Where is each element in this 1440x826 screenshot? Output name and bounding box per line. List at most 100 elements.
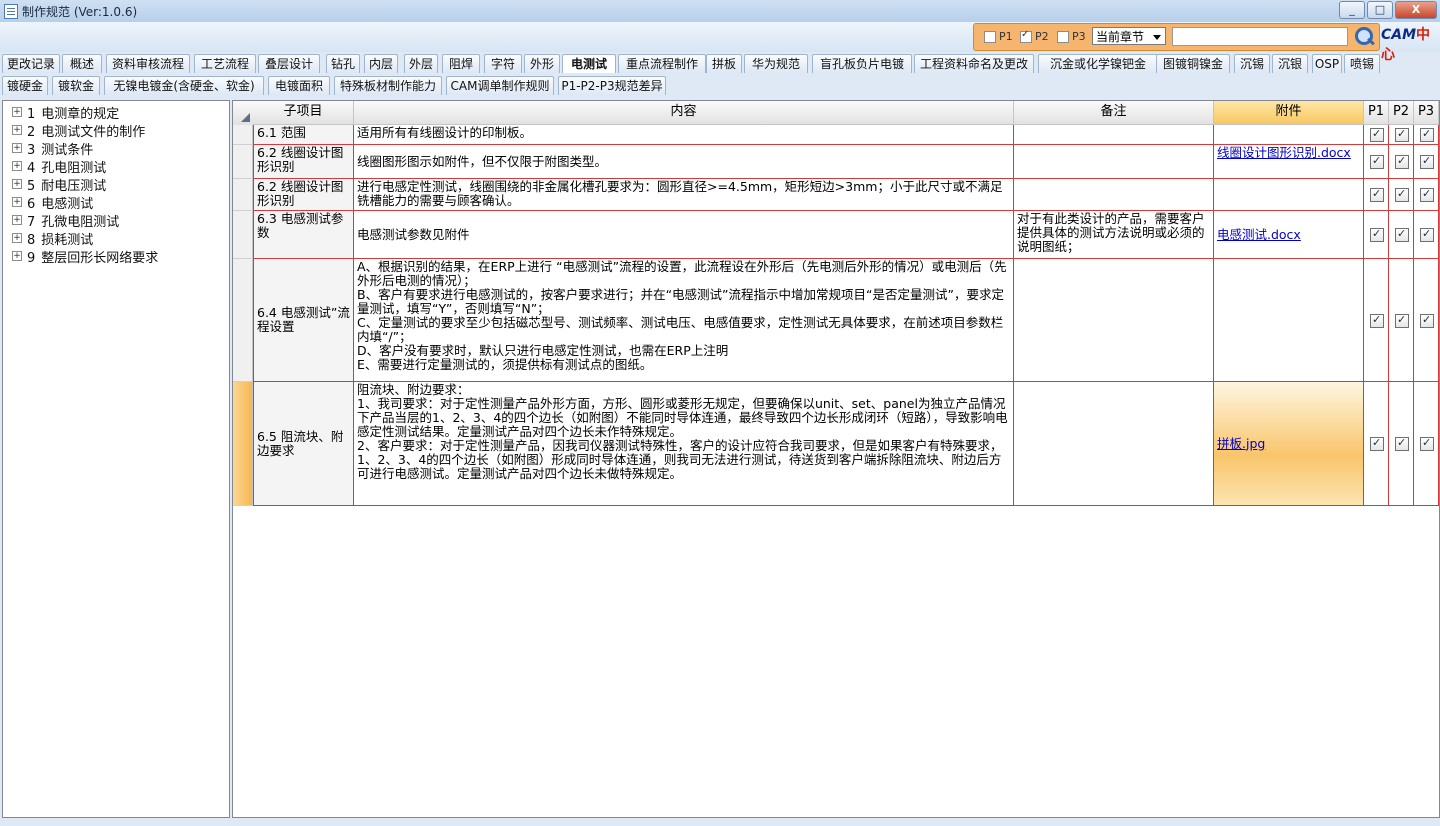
expand-icon[interactable]: + <box>12 251 22 261</box>
tab-r2-2[interactable]: 无镍电镀金(含硬金、软金) <box>104 76 264 95</box>
tab-18[interactable]: 图镀铜镍金 <box>1156 54 1230 73</box>
cell-p2 <box>1389 259 1414 382</box>
row-header[interactable] <box>233 125 253 145</box>
p1-filter[interactable]: P1 <box>984 30 1013 43</box>
search-input[interactable] <box>1172 27 1348 46</box>
cell-attach[interactable] <box>1214 259 1364 382</box>
tab-14[interactable]: 华为规范 <box>744 54 808 73</box>
expand-icon[interactable]: + <box>12 215 22 225</box>
maximize-button[interactable]: □ <box>1367 1 1393 19</box>
p3-checkbox[interactable] <box>1420 313 1434 328</box>
attachment-link[interactable]: 线圈设计图形识别.docx <box>1217 145 1351 160</box>
p1-checkbox[interactable] <box>1370 313 1384 328</box>
cell-attach[interactable] <box>1214 179 1364 211</box>
tab-15[interactable]: 盲孔板负片电镀 <box>812 54 912 73</box>
tab-3[interactable]: 工艺流程 <box>194 54 256 73</box>
tab-8[interactable]: 阻焊 <box>442 54 480 73</box>
p3-filter-label: P3 <box>1072 30 1086 43</box>
row-header[interactable] <box>233 382 253 506</box>
p1-checkbox[interactable] <box>1370 227 1384 242</box>
p1-checkbox[interactable] <box>984 30 996 43</box>
p2-checkbox[interactable] <box>1395 187 1409 202</box>
tab-r2-1[interactable]: 镀软金 <box>52 76 100 95</box>
header-content[interactable]: 内容 <box>354 101 1014 125</box>
cell-p1 <box>1364 145 1389 179</box>
tab-12[interactable]: 重点流程制作 <box>618 54 706 73</box>
header-sub[interactable]: 子项目 <box>253 101 354 125</box>
header-p1[interactable]: P1 <box>1364 101 1389 125</box>
attachment-link[interactable]: 拼板.jpg <box>1217 436 1265 451</box>
expand-icon[interactable]: + <box>12 197 22 207</box>
tab-11[interactable]: 电测试 <box>562 54 616 73</box>
expand-icon[interactable]: + <box>12 179 22 189</box>
row-header[interactable] <box>233 179 253 211</box>
p2-checkbox[interactable] <box>1395 436 1409 451</box>
tab-6[interactable]: 内层 <box>364 54 398 73</box>
expand-icon[interactable]: + <box>12 125 22 135</box>
expand-icon[interactable]: + <box>12 233 22 243</box>
p2-checkbox[interactable] <box>1395 227 1409 242</box>
tab-r2-5[interactable]: CAM调单制作规则 <box>446 76 554 95</box>
expand-icon[interactable]: + <box>12 107 22 117</box>
tab-9[interactable]: 字符 <box>484 54 522 73</box>
tab-17[interactable]: 沉金或化学镍钯金 <box>1038 54 1158 73</box>
p1-checkbox[interactable] <box>1370 187 1384 202</box>
tree-item-label: 6 电感测试 <box>27 197 94 212</box>
cell-attach[interactable] <box>1214 125 1364 145</box>
search-button[interactable] <box>1352 25 1376 49</box>
attachment-link[interactable]: 电感测试.docx <box>1217 227 1301 242</box>
row-header[interactable] <box>233 259 253 382</box>
cell-attach[interactable]: 电感测试.docx <box>1214 211 1364 259</box>
p3-checkbox[interactable] <box>1420 436 1434 451</box>
tab-10[interactable]: 外形 <box>524 54 560 73</box>
header-note[interactable]: 备注 <box>1014 101 1214 125</box>
p1-checkbox[interactable] <box>1370 127 1384 142</box>
p3-checkbox[interactable] <box>1420 187 1434 202</box>
p3-checkbox[interactable] <box>1420 227 1434 242</box>
cell-content: 进行电感定性测试，线圈围绕的非金属化槽孔要求为：圆形直径>=4.5mm，矩形短边… <box>354 179 1014 211</box>
tab-4[interactable]: 叠层设计 <box>258 54 320 73</box>
tab-r2-4[interactable]: 特殊板材制作能力 <box>334 76 442 95</box>
cell-p3 <box>1414 382 1439 506</box>
expand-icon[interactable]: + <box>12 143 22 153</box>
p1-checkbox[interactable] <box>1370 436 1384 451</box>
row-header[interactable] <box>233 145 253 179</box>
row-header[interactable] <box>233 211 253 259</box>
p3-checkbox[interactable] <box>1420 154 1434 169</box>
close-button[interactable]: X <box>1395 1 1437 19</box>
p3-checkbox[interactable] <box>1057 30 1069 43</box>
tab-r2-0[interactable]: 镀硬金 <box>2 76 48 95</box>
tab-0[interactable]: 更改记录 <box>2 54 60 73</box>
tab-19[interactable]: 沉锡 <box>1234 54 1270 73</box>
scope-select[interactable]: 当前章节 <box>1092 27 1166 45</box>
cell-attach[interactable]: 线圈设计图形识别.docx <box>1214 145 1364 179</box>
cell-text: 6.4 电感测试”流程设置 <box>257 305 350 334</box>
tab-5[interactable]: 钻孔 <box>326 54 360 73</box>
tab-21[interactable]: OSP <box>1312 54 1342 73</box>
tab-16[interactable]: 工程资料命名及更改 <box>914 54 1034 73</box>
p2-checkbox[interactable] <box>1395 127 1409 142</box>
tab-r2-6[interactable]: P1-P2-P3规范差异 <box>558 76 666 95</box>
p2-checkbox[interactable] <box>1395 313 1409 328</box>
header-p3[interactable]: P3 <box>1414 101 1439 125</box>
p3-filter[interactable]: P3 <box>1057 30 1086 43</box>
tab-1[interactable]: 概述 <box>62 54 102 73</box>
tab-22[interactable]: 喷锡 <box>1344 54 1380 73</box>
tab-2[interactable]: 资料审核流程 <box>106 54 190 73</box>
p2-checkbox[interactable] <box>1395 154 1409 169</box>
select-all-corner[interactable] <box>233 101 254 126</box>
tab-7[interactable]: 外层 <box>404 54 438 73</box>
header-attach[interactable]: 附件 <box>1214 101 1364 125</box>
minimize-button[interactable]: _ <box>1339 1 1365 19</box>
p3-checkbox[interactable] <box>1420 127 1434 142</box>
cell-p1 <box>1364 259 1389 382</box>
tab-r2-3[interactable]: 电镀面积 <box>268 76 330 95</box>
cell-attach[interactable]: 拼板.jpg <box>1214 382 1364 506</box>
expand-icon[interactable]: + <box>12 161 22 171</box>
p2-checkbox[interactable] <box>1020 29 1032 43</box>
header-p2[interactable]: P2 <box>1389 101 1414 125</box>
p2-filter[interactable]: P2 <box>1020 29 1049 43</box>
tab-20[interactable]: 沉银 <box>1272 54 1308 73</box>
tab-13[interactable]: 拼板 <box>706 54 742 73</box>
p1-checkbox[interactable] <box>1370 154 1384 169</box>
